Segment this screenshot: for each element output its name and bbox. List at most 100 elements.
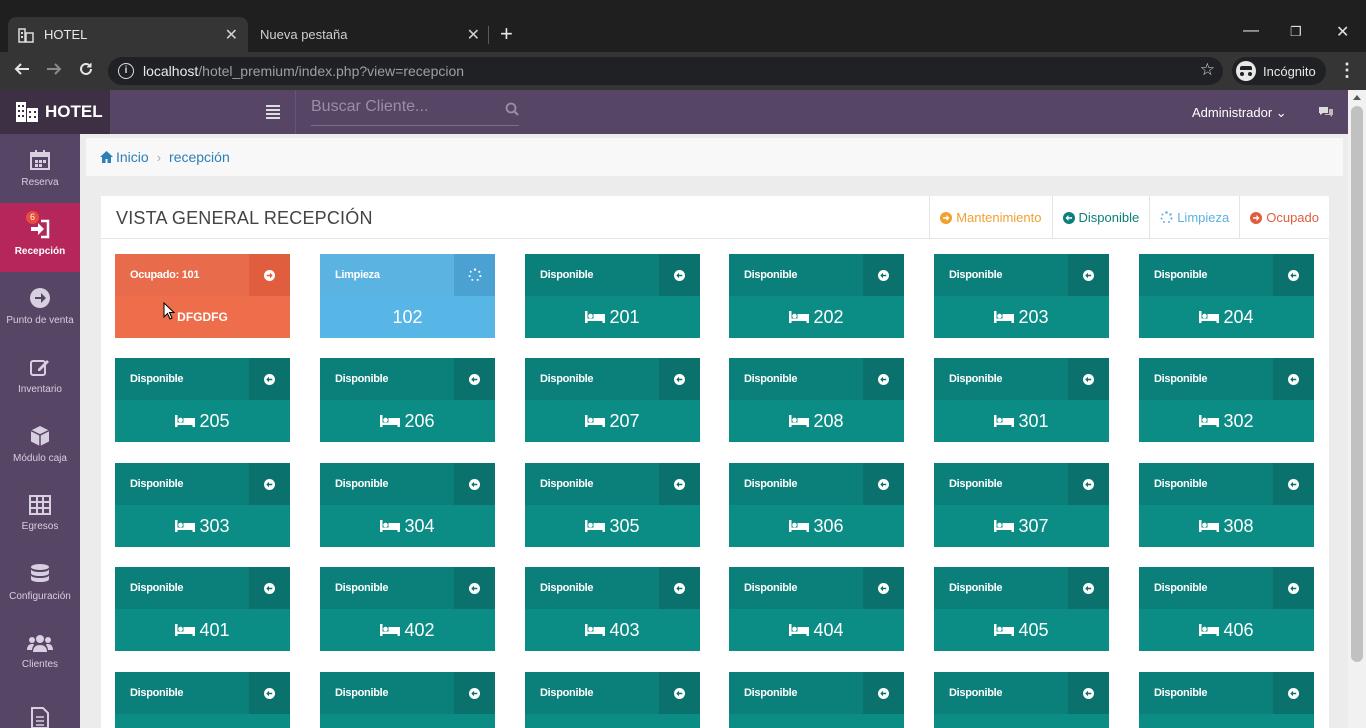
arrow-circle-left-icon[interactable]	[1068, 254, 1109, 296]
arrow-circle-left-icon[interactable]	[249, 463, 290, 505]
room-card[interactable]: Disponible	[1139, 672, 1314, 728]
room-card[interactable]: Disponible 405	[934, 567, 1109, 651]
arrow-circle-left-icon[interactable]	[863, 672, 904, 714]
arrow-circle-left-icon[interactable]	[454, 358, 495, 400]
arrow-circle-left-icon[interactable]	[1273, 672, 1314, 714]
room-card[interactable]: Disponible 306	[729, 463, 904, 547]
arrow-circle-left-icon[interactable]	[863, 567, 904, 609]
arrow-circle-left-icon[interactable]	[659, 463, 700, 505]
minimize-button[interactable]: —	[1243, 22, 1259, 40]
browser-menu-icon[interactable]: ⋮	[1338, 60, 1356, 81]
room-card[interactable]: Disponible 204	[1139, 254, 1314, 338]
sidebar-item-punto-de-venta[interactable]: Punto de venta	[0, 272, 80, 341]
arrow-circle-left-icon[interactable]	[1273, 463, 1314, 505]
close-window-button[interactable]: ✕	[1336, 22, 1349, 42]
room-card[interactable]: Disponible	[525, 672, 700, 728]
room-card[interactable]: Disponible 201	[525, 254, 700, 338]
arrow-circle-left-icon[interactable]	[249, 672, 290, 714]
room-card[interactable]: Disponible 206	[320, 358, 495, 442]
room-card[interactable]: Disponible	[934, 672, 1109, 728]
close-tab-icon[interactable]: ✕	[225, 25, 238, 45]
arrow-circle-left-icon[interactable]	[1273, 254, 1314, 296]
arrow-circle-left-icon[interactable]	[249, 358, 290, 400]
scrollbar-thumb[interactable]	[1351, 106, 1363, 662]
room-card[interactable]: Disponible	[729, 672, 904, 728]
arrow-circle-left-icon[interactable]	[454, 672, 495, 714]
arrow-circle-left-icon[interactable]	[1068, 358, 1109, 400]
restore-button[interactable]: ❐	[1290, 24, 1302, 40]
new-tab-button[interactable]: +	[500, 22, 513, 46]
room-card[interactable]: Disponible 305	[525, 463, 700, 547]
room-card[interactable]: Disponible 207	[525, 358, 700, 442]
room-card[interactable]: Disponible 307	[934, 463, 1109, 547]
arrow-circle-left-icon[interactable]	[1273, 567, 1314, 609]
forward-arrow-icon[interactable]	[45, 60, 63, 82]
arrow-circle-left-icon[interactable]	[659, 672, 700, 714]
chat-icon[interactable]	[1318, 105, 1334, 124]
search-icon[interactable]	[505, 102, 519, 121]
bookmark-star-icon[interactable]: ☆	[1200, 60, 1215, 80]
room-card[interactable]: Disponible 301	[934, 358, 1109, 442]
arrow-circle-left-icon[interactable]	[454, 463, 495, 505]
sidebar-item-configuracion[interactable]: Configuración	[0, 548, 80, 617]
address-bar[interactable]: i localhost/hotel_premium/index.php?view…	[108, 57, 1223, 85]
arrow-circle-left-icon[interactable]	[863, 254, 904, 296]
tab-hotel[interactable]: HOTEL ✕	[8, 17, 248, 52]
room-card[interactable]: Disponible 404	[729, 567, 904, 651]
room-card[interactable]: Disponible	[115, 672, 290, 728]
breadcrumb-home[interactable]: Inicio	[116, 149, 149, 165]
breadcrumb-current[interactable]: recepción	[169, 149, 230, 165]
arrow-circle-left-icon[interactable]	[863, 358, 904, 400]
spinner-icon[interactable]	[454, 254, 495, 296]
arrow-circle-left-icon[interactable]	[1273, 358, 1314, 400]
sidebar-item-reportes[interactable]	[0, 686, 80, 728]
sidebar-item-inventario[interactable]: Inventario	[0, 341, 80, 410]
arrow-circle-right-icon[interactable]	[249, 254, 290, 296]
home-icon[interactable]	[100, 151, 113, 163]
reload-icon[interactable]	[77, 60, 95, 82]
room-card[interactable]: Disponible 202	[729, 254, 904, 338]
sidebar-item-reserva[interactable]: Reserva	[0, 134, 80, 203]
legend-mantenimiento[interactable]: Mantenimiento	[929, 196, 1051, 239]
room-card[interactable]: Limpieza 102	[320, 254, 495, 338]
sidebar-item-recepcion[interactable]: 6 Recepción	[0, 203, 80, 272]
back-arrow-icon[interactable]	[13, 60, 31, 82]
room-card[interactable]: Disponible 208	[729, 358, 904, 442]
sidebar-item-clientes[interactable]: Clientes	[0, 617, 80, 686]
room-card[interactable]: Disponible 406	[1139, 567, 1314, 651]
page-scrollbar[interactable]	[1348, 90, 1366, 728]
room-card[interactable]: Disponible 308	[1139, 463, 1314, 547]
arrow-circle-left-icon[interactable]	[863, 463, 904, 505]
scroll-up-arrow[interactable]	[1353, 95, 1361, 100]
arrow-circle-left-icon[interactable]	[659, 358, 700, 400]
room-card[interactable]: Disponible 304	[320, 463, 495, 547]
brand-logo[interactable]: HOTEL	[0, 90, 110, 134]
close-tab-icon[interactable]: ✕	[467, 25, 480, 45]
arrow-circle-left-icon[interactable]	[659, 254, 700, 296]
room-card[interactable]: Disponible 401	[115, 567, 290, 651]
arrow-circle-left-icon[interactable]	[249, 567, 290, 609]
search-input[interactable]	[311, 98, 491, 116]
arrow-circle-left-icon[interactable]	[454, 567, 495, 609]
room-card[interactable]: Disponible 205	[115, 358, 290, 442]
arrow-circle-left-icon[interactable]	[1068, 672, 1109, 714]
arrow-circle-left-icon[interactable]	[1068, 567, 1109, 609]
arrow-circle-left-icon[interactable]	[659, 567, 700, 609]
room-card[interactable]: Ocupado: 101 DFGDFG	[115, 254, 290, 338]
sidebar-item-egresos[interactable]: Egresos	[0, 479, 80, 548]
site-info-icon[interactable]: i	[118, 63, 134, 79]
menu-toggle-icon[interactable]	[251, 90, 296, 134]
sidebar-item-modulo-caja[interactable]: Módulo caja	[0, 410, 80, 479]
user-menu[interactable]: Administrador ⌄	[1192, 105, 1287, 121]
legend-limpieza[interactable]: Limpieza	[1149, 196, 1239, 239]
tab-new[interactable]: Nueva pestaña ✕	[252, 17, 488, 52]
legend-disponible[interactable]: Disponible	[1051, 196, 1150, 239]
room-card[interactable]: Disponible	[320, 672, 495, 728]
room-card[interactable]: Disponible 203	[934, 254, 1109, 338]
room-card[interactable]: Disponible 303	[115, 463, 290, 547]
legend-ocupado[interactable]: Ocupado	[1239, 196, 1329, 239]
room-card[interactable]: Disponible 403	[525, 567, 700, 651]
room-card[interactable]: Disponible 402	[320, 567, 495, 651]
room-card[interactable]: Disponible 302	[1139, 358, 1314, 442]
incognito-indicator[interactable]: Incógnito	[1232, 57, 1326, 85]
